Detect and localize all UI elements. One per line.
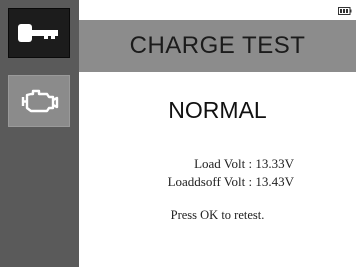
sidebar — [0, 0, 79, 267]
header-bar: CHARGE TEST — [79, 20, 356, 72]
sidebar-item-key[interactable] — [8, 8, 70, 58]
test-status: NORMAL — [168, 97, 267, 123]
sidebar-item-engine[interactable] — [8, 75, 70, 127]
loadoff-volt-reading: Loaddsoff Volt : 13.43V — [167, 174, 294, 189]
load-volt-reading: Load Volt : 13.33V — [194, 156, 294, 171]
key-icon — [18, 24, 58, 42]
engine-icon — [21, 89, 59, 113]
result-panel: NORMAL Load Volt : 13.33V Loaddsoff Volt… — [79, 72, 356, 267]
page-title: CHARGE TEST — [129, 32, 306, 59]
battery-icon — [338, 2, 352, 20]
retest-prompt: Press OK to retest. — [170, 208, 265, 222]
